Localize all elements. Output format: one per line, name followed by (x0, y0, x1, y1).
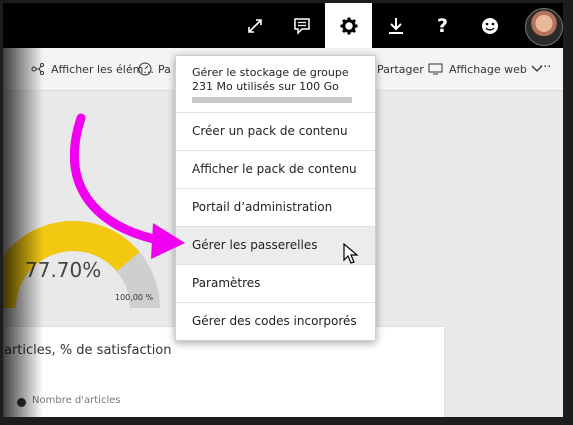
storage-section[interactable]: Gérer le stockage de groupe 231 Mo utili… (176, 56, 375, 113)
gauge-max-label: 100,00 % (115, 293, 154, 302)
gauge-value-label: 77.70% (25, 258, 102, 282)
storage-usage: 231 Mo utilisés sur 100 Go (192, 80, 339, 93)
legend-label: Nombre d'articles (32, 395, 121, 406)
card-title: articles, % de satisfaction (4, 343, 172, 358)
menu-item-view-content-pack[interactable]: Afficher le pack de contenu (176, 151, 375, 189)
storage-progress-bar (192, 97, 352, 103)
menu-item-manage-embed-codes[interactable]: Gérer des codes incorporés (176, 303, 375, 340)
menu-item-create-content-pack[interactable]: Créer un pack de contenu (176, 113, 375, 151)
legend-marker (17, 398, 26, 407)
storage-title: Gérer le stockage de groupe (192, 66, 349, 79)
menu-item-settings[interactable]: Paramètres (176, 265, 375, 303)
screenshot-frame: ? s Afficher les élém... Pa Partager (0, 0, 573, 425)
mouse-cursor-icon (343, 243, 359, 264)
menu-item-admin-portal[interactable]: Portail d’administration (176, 189, 375, 227)
powerbi-screen: ? s Afficher les élém... Pa Partager (3, 3, 563, 417)
settings-dropdown-menu: Gérer le stockage de groupe 231 Mo utili… (175, 55, 376, 341)
